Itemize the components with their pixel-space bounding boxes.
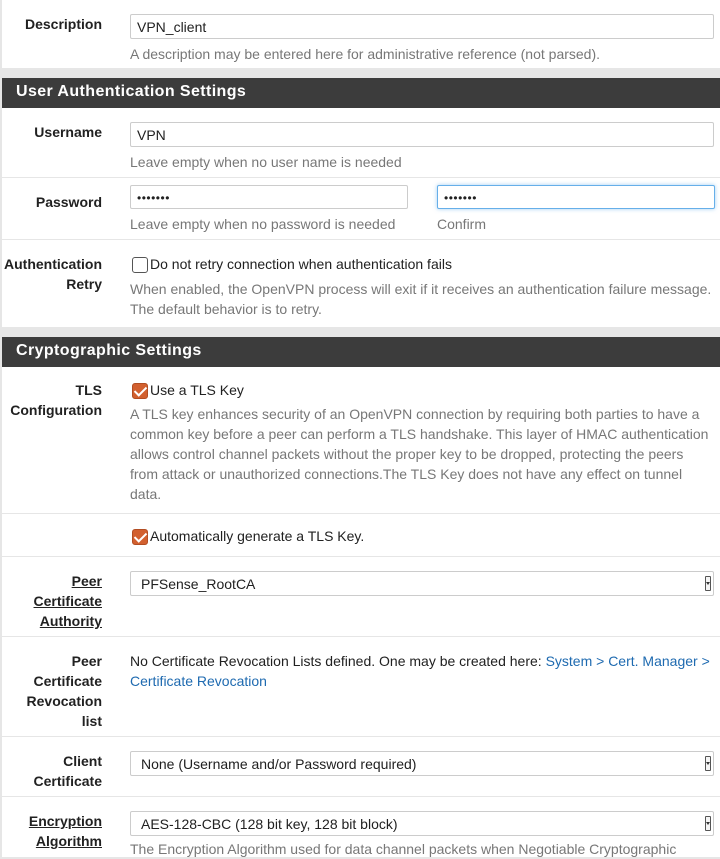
tls-key-checkbox[interactable] bbox=[132, 383, 148, 399]
peer-ca-selected: PFSense_RootCA bbox=[141, 576, 256, 592]
encryption-selected: AES-128-CBC (128 bit key, 128 bit block) bbox=[141, 816, 398, 832]
description-label: Description bbox=[24, 16, 102, 32]
password-row: Password ••••••• Leave empty when no pas… bbox=[2, 178, 720, 240]
peer-crl-text: No Certificate Revocation Lists defined.… bbox=[130, 653, 546, 669]
tls-key-checkbox-label[interactable]: Use a TLS Key bbox=[150, 380, 244, 400]
peer-ca-select[interactable]: PFSense_RootCA bbox=[130, 571, 714, 596]
chevron-down-icon bbox=[705, 756, 711, 771]
password-help: Leave empty when no password is needed bbox=[130, 216, 396, 232]
description-help: A description may be entered here for ad… bbox=[130, 46, 601, 62]
description-row: Description VPN_client A description may… bbox=[2, 0, 720, 68]
auth-retry-label: Authentication Retry bbox=[4, 256, 102, 292]
peer-ca-row: Peer Certificate Authority PFSense_RootC… bbox=[2, 557, 720, 637]
chevron-down-icon bbox=[705, 816, 711, 831]
username-help: Leave empty when no user name is needed bbox=[130, 154, 402, 170]
chevron-down-icon bbox=[705, 576, 711, 591]
auth-retry-row: Authentication Retry Do not retry connec… bbox=[2, 240, 720, 327]
peer-crl-row: Peer Certificate Revocation list No Cert… bbox=[2, 637, 720, 737]
tls-config-row: TLS Configuration Use a TLS Key A TLS ke… bbox=[2, 367, 720, 514]
user-auth-panel: Username VPN Leave empty when no user na… bbox=[2, 108, 720, 327]
tls-config-label: TLS Configuration bbox=[10, 382, 102, 418]
username-input[interactable]: VPN bbox=[130, 122, 714, 147]
peer-crl-label: Peer Certificate Revocation list bbox=[26, 653, 102, 729]
crypto-heading: Cryptographic Settings bbox=[2, 337, 720, 367]
password-input[interactable]: ••••••• bbox=[130, 185, 408, 209]
auto-tls-checkbox[interactable] bbox=[132, 529, 148, 545]
auto-tls-checkbox-label[interactable]: Automatically generate a TLS Key. bbox=[150, 526, 364, 546]
encryption-select[interactable]: AES-128-CBC (128 bit key, 128 bit block) bbox=[130, 811, 714, 836]
peer-ca-label[interactable]: Peer Certificate Authority bbox=[2, 571, 102, 631]
password-confirm-input[interactable]: ••••••• bbox=[437, 185, 715, 209]
username-row: Username VPN Leave empty when no user na… bbox=[2, 108, 720, 178]
password-label: Password bbox=[35, 194, 102, 210]
client-cert-select[interactable]: None (Username and/or Password required) bbox=[130, 751, 714, 776]
username-label: Username bbox=[34, 124, 102, 140]
crypto-panel: TLS Configuration Use a TLS Key A TLS ke… bbox=[2, 367, 720, 857]
client-cert-selected: None (Username and/or Password required) bbox=[141, 756, 417, 772]
client-cert-row: Client Certificate None (Username and/or… bbox=[2, 737, 720, 797]
auth-retry-checkbox-label[interactable]: Do not retry connection when authenticat… bbox=[150, 254, 452, 274]
auto-tls-row: Automatically generate a TLS Key. bbox=[2, 514, 720, 557]
encryption-row: Encryption Algorithm AES-128-CBC (128 bi… bbox=[2, 797, 720, 857]
tls-key-help: A TLS key enhances security of an OpenVP… bbox=[130, 406, 709, 502]
encryption-label[interactable]: Encryption Algorithm bbox=[2, 811, 102, 851]
encryption-help: The Encryption Algorithm used for data c… bbox=[130, 841, 677, 857]
description-input[interactable]: VPN_client bbox=[130, 14, 714, 39]
user-auth-heading: User Authentication Settings bbox=[2, 78, 720, 108]
auth-retry-checkbox[interactable] bbox=[132, 257, 148, 273]
client-cert-label: Client Certificate bbox=[33, 753, 102, 789]
password-confirm-label: Confirm bbox=[437, 216, 487, 232]
auth-retry-help: When enabled, the OpenVPN process will e… bbox=[130, 281, 712, 317]
